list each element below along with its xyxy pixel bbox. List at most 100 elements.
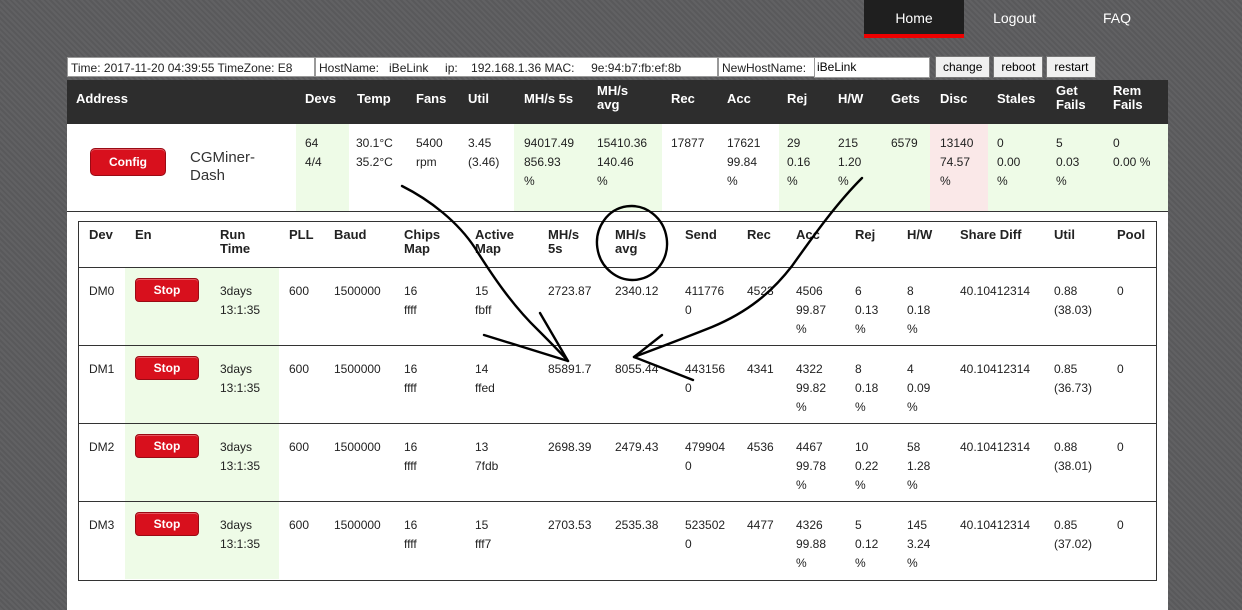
dev-pll: 600 — [289, 362, 310, 376]
hdr-stales: Stales — [997, 91, 1036, 106]
dev-active-map: 15 fbff — [475, 284, 492, 317]
hdr-mhs-5s: MH/s 5s — [524, 91, 574, 106]
stop-button[interactable]: Stop — [135, 356, 199, 380]
dh-acc: Acc — [796, 227, 820, 242]
dev-acc: 4322 99.82 % — [796, 362, 827, 414]
dev-share-diff: 40.10412314 — [960, 362, 1031, 376]
config-button[interactable]: Config — [90, 148, 166, 176]
sum-stales: 0 0.00 % — [988, 124, 1046, 211]
sum-mhs-avg: 15410.36 140.46 % — [589, 124, 662, 211]
sum-temp: 30.1°C 35.2°C — [356, 136, 393, 169]
dev-rec: 4523 — [747, 284, 774, 298]
dev-id: DM3 — [89, 518, 115, 532]
dh-runtime: Run Time — [220, 227, 251, 256]
dev-rec: 4477 — [747, 518, 774, 532]
dev-chips-map: 16 ffff — [404, 362, 418, 395]
dev-active-map: 15 fff7 — [475, 518, 492, 551]
dev-send: 443156 0 — [685, 362, 726, 395]
dev-util: 0.85 (36.73) — [1054, 362, 1093, 395]
hdr-acc: Acc — [727, 91, 751, 106]
dev-send: 479904 0 — [685, 440, 726, 473]
dev-pool: 0 — [1117, 362, 1124, 376]
device-row: DM3 Stop 3days 13:1:35 600 1500000 16 ff… — [79, 502, 1156, 579]
dev-acc: 4506 99.87 % — [796, 284, 827, 336]
dev-util: 0.88 (38.03) — [1054, 284, 1093, 317]
hdr-address: Address — [76, 91, 129, 106]
sum-rec: 17877 — [671, 136, 705, 150]
sum-fans: 5400 rpm — [416, 136, 443, 169]
dev-mhs-avg: 8055.44 — [615, 362, 659, 376]
dev-pool: 0 — [1117, 518, 1124, 532]
dh-dev: Dev — [89, 227, 113, 242]
hdr-get-fails: Get Fails — [1056, 83, 1086, 112]
sum-rej: 29 0.16 % — [779, 124, 829, 211]
dev-runtime: 3days 13:1:35 — [220, 362, 261, 395]
dev-runtime: 3days 13:1:35 — [220, 440, 261, 473]
dh-mhs-avg: MH/s avg — [615, 227, 647, 256]
dev-id: DM2 — [89, 440, 115, 454]
dev-runtime: 3days 13:1:35 — [220, 518, 261, 551]
dev-acc: 4326 99.88 % — [796, 518, 827, 570]
nav-logout[interactable]: Logout — [964, 0, 1065, 34]
hdr-rej: Rej — [787, 91, 808, 106]
stop-button[interactable]: Stop — [135, 512, 199, 536]
restart-button[interactable]: restart — [1046, 56, 1097, 78]
dh-send: Send — [685, 227, 717, 242]
new-hostname-input[interactable] — [814, 56, 930, 78]
host-info-bar: Time: 2017-11-20 04:39:55 TimeZone: E8 H… — [67, 55, 1097, 79]
dev-pll: 600 — [289, 440, 310, 454]
nav-faq[interactable]: FAQ — [1065, 0, 1169, 34]
dh-chips-map: Chips Map — [404, 227, 441, 256]
dev-runtime: 3days 13:1:35 — [220, 284, 261, 317]
dh-share-diff: Share Diff — [960, 227, 1022, 242]
dev-hw: 145 3.24 % — [907, 518, 931, 570]
hdr-disc: Disc — [940, 91, 968, 106]
host-display: HostName: iBeLink ip: 192.168.1.36 MAC: … — [315, 57, 718, 77]
dev-rej: 5 0.12 % — [855, 518, 879, 570]
dev-mhs-5s: 2723.87 — [548, 284, 592, 298]
dev-baud: 1500000 — [334, 284, 381, 298]
sum-hw: 215 1.20 % — [829, 124, 882, 211]
dh-rej: Rej — [855, 227, 876, 242]
hdr-fans: Fans — [416, 91, 447, 106]
dev-mhs-5s: 85891.7 — [548, 362, 592, 376]
nav-home[interactable]: Home — [864, 0, 964, 38]
dev-hw: 58 1.28 % — [907, 440, 931, 492]
dh-baud: Baud — [334, 227, 367, 242]
dev-acc: 4467 99.78 % — [796, 440, 827, 492]
change-button[interactable]: change — [935, 56, 991, 78]
dh-mhs-5s: MH/s 5s — [548, 227, 580, 256]
hdr-mhs-avg: MH/s avg — [597, 83, 629, 112]
dev-rej: 10 0.22 % — [855, 440, 879, 492]
dh-pll: PLL — [289, 227, 314, 242]
summary-header: Address Devs Temp Fans Util MH/s 5s MH/s… — [67, 80, 1168, 124]
hdr-rem-fails: Rem Fails — [1113, 83, 1143, 112]
sum-rem-fails: 0 0.00 % — [1103, 124, 1168, 211]
dh-pool: Pool — [1117, 227, 1146, 242]
dev-share-diff: 40.10412314 — [960, 284, 1031, 298]
dev-mhs-avg: 2535.38 — [615, 518, 659, 532]
dh-hw: H/W — [907, 227, 933, 242]
device-table-header: Dev En Run Time PLL Baud Chips Map Activ… — [79, 222, 1156, 268]
dev-baud: 1500000 — [334, 362, 381, 376]
dev-rec: 4536 — [747, 440, 774, 454]
hdr-devs: Devs — [305, 91, 337, 106]
sum-gets: 6579 — [882, 124, 930, 211]
dev-active-map: 13 7fdb — [475, 440, 499, 473]
reboot-button[interactable]: reboot — [993, 56, 1044, 78]
stop-button[interactable]: Stop — [135, 278, 199, 302]
dev-id: DM1 — [89, 362, 115, 376]
dev-pll: 600 — [289, 284, 310, 298]
new-hostname-label: NewHostName: — [718, 57, 814, 77]
dh-en: En — [135, 227, 152, 242]
sum-acc: 17621 99.84 % — [727, 136, 761, 188]
stop-button[interactable]: Stop — [135, 434, 199, 458]
hdr-util: Util — [468, 91, 489, 106]
device-row: DM2 Stop 3days 13:1:35 600 1500000 16 ff… — [79, 424, 1156, 502]
dev-share-diff: 40.10412314 — [960, 440, 1031, 454]
dev-rej: 6 0.13 % — [855, 284, 879, 336]
hdr-rec: Rec — [671, 91, 695, 106]
sum-get-fails: 5 0.03 % — [1046, 124, 1103, 211]
main-panel: Address Devs Temp Fans Util MH/s 5s MH/s… — [67, 80, 1168, 610]
dh-rec: Rec — [747, 227, 771, 242]
